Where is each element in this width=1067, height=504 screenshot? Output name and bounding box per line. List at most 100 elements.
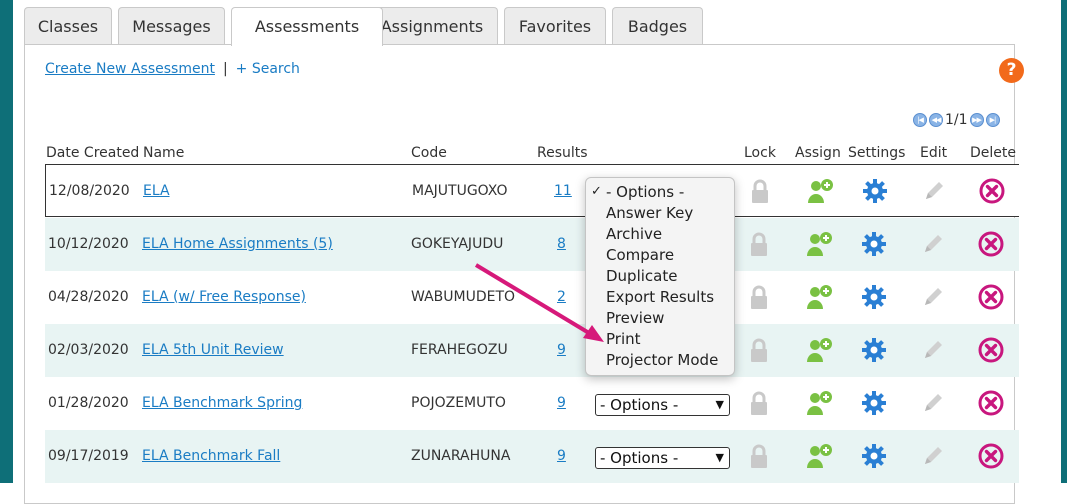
col-results: Results <box>537 145 588 161</box>
window-frame-right <box>1061 0 1067 483</box>
row-code: WABUMUDETO <box>411 289 516 305</box>
assign-user-icon[interactable] <box>806 230 834 258</box>
col-date: Date Created <box>46 145 140 161</box>
table-row: 04/28/2020 ELA (w/ Free Response) WABUMUDE… <box>45 271 1019 324</box>
page-indicator: 1/1 <box>945 112 968 128</box>
edit-pencil-icon[interactable] <box>919 442 947 470</box>
row-results-link[interactable]: 2 <box>557 271 566 324</box>
assign-user-icon[interactable] <box>807 177 835 205</box>
delete-icon[interactable] <box>977 442 1005 470</box>
chevron-down-icon: ▼ <box>715 451 724 464</box>
settings-gear-icon[interactable] <box>860 283 888 311</box>
row-date: 10/12/2020 <box>48 236 129 252</box>
settings-gear-icon[interactable] <box>861 177 889 205</box>
search-link[interactable]: + Search <box>236 61 300 77</box>
tab-classes[interactable]: Classes <box>24 7 112 44</box>
row-results-link[interactable]: 8 <box>557 218 566 271</box>
options-select[interactable]: - Options - ▼ <box>595 394 730 416</box>
lock-icon[interactable] <box>745 283 773 311</box>
settings-gear-icon[interactable] <box>860 389 888 417</box>
top-links: Create New Assessment | + Search <box>45 61 300 77</box>
col-code: Code <box>411 145 447 161</box>
dropdown-item-options[interactable]: - Options - <box>606 182 684 203</box>
lock-icon[interactable] <box>745 230 773 258</box>
row-results-link[interactable]: 9 <box>557 324 566 377</box>
row-name-link[interactable]: ELA 5th Unit Review <box>142 324 284 377</box>
settings-gear-icon[interactable] <box>860 442 888 470</box>
row-code: POJOZEMUTO <box>411 395 506 411</box>
table-row: 02/03/2020 ELA 5th Unit Review FERAHEGOZU 9 <box>45 324 1019 377</box>
tab-badges[interactable]: Badges <box>612 7 703 44</box>
delete-icon[interactable] <box>977 389 1005 417</box>
row-code: MAJUTUGOXO <box>412 183 508 199</box>
check-icon: ✓ <box>591 184 602 199</box>
dropdown-item-answer-key[interactable]: Answer Key <box>606 203 693 224</box>
edit-pencil-icon[interactable] <box>919 230 947 258</box>
row-date: 12/08/2020 <box>49 183 130 199</box>
table-row: 01/28/2020 ELA Benchmark Spring POJOZEMUTO… <box>45 377 1019 430</box>
col-edit: Edit <box>920 145 948 161</box>
dropdown-item-duplicate[interactable]: Duplicate <box>606 266 677 287</box>
assign-user-icon[interactable] <box>806 442 834 470</box>
col-name: Name <box>143 145 185 161</box>
tab-assignments[interactable]: Assignments <box>366 7 498 44</box>
row-name-link[interactable]: ELA (w/ Free Response) <box>142 271 306 324</box>
row-results-link[interactable]: 11 <box>554 165 572 218</box>
row-results-link[interactable]: 9 <box>557 377 566 430</box>
delete-icon[interactable] <box>978 177 1006 205</box>
lock-icon[interactable] <box>746 177 774 205</box>
options-dropdown-menu: ✓ - Options - Answer Key Archive Compare… <box>585 177 735 376</box>
assign-user-icon[interactable] <box>806 283 834 311</box>
dropdown-item-export-results[interactable]: Export Results <box>606 287 714 308</box>
next-page-icon[interactable]: ▶▶ <box>969 113 984 127</box>
settings-gear-icon[interactable] <box>860 230 888 258</box>
row-name-link[interactable]: ELA Benchmark Spring <box>142 377 302 430</box>
table-row: 10/12/2020 ELA Home Assignments (5) GOKEYA… <box>45 218 1019 271</box>
edit-pencil-icon[interactable] <box>919 336 947 364</box>
col-lock: Lock <box>744 145 776 161</box>
prev-page-icon[interactable]: ◀◀ <box>929 113 943 127</box>
options-select[interactable]: - Options - ▼ <box>595 447 730 469</box>
create-assessment-link[interactable]: Create New Assessment <box>45 61 215 77</box>
dropdown-item-projector-mode[interactable]: Projector Mode <box>606 350 718 371</box>
row-name-link[interactable]: ELA <box>143 165 170 218</box>
options-select-value: - Options - <box>600 449 679 467</box>
tab-messages[interactable]: Messages <box>118 7 225 44</box>
first-page-icon[interactable]: |◀ <box>913 113 927 127</box>
help-icon[interactable]: ? <box>999 58 1024 83</box>
tab-favorites[interactable]: Favorites <box>504 7 606 44</box>
row-code: FERAHEGOZU <box>411 342 508 358</box>
lock-icon[interactable] <box>745 336 773 364</box>
settings-gear-icon[interactable] <box>860 336 888 364</box>
dropdown-item-compare[interactable]: Compare <box>606 245 674 266</box>
table-row: 12/08/2020 ELA MAJUTUGOXO 11 <box>45 164 1019 217</box>
assign-user-icon[interactable] <box>806 389 834 417</box>
link-separator: | <box>222 61 228 77</box>
col-delete: Delete <box>970 145 1016 161</box>
delete-icon[interactable] <box>977 283 1005 311</box>
dropdown-item-preview[interactable]: Preview <box>606 308 664 329</box>
edit-pencil-icon[interactable] <box>920 177 948 205</box>
lock-icon[interactable] <box>745 442 773 470</box>
options-select-value: - Options - <box>600 396 679 414</box>
table-row: 09/17/2019 ELA Benchmark Fall ZUNARAHUNA 9 -… <box>45 430 1019 483</box>
row-date: 09/17/2019 <box>48 448 129 464</box>
lock-icon[interactable] <box>745 389 773 417</box>
row-name-link[interactable]: ELA Benchmark Fall <box>142 430 280 483</box>
row-name-link[interactable]: ELA Home Assignments (5) <box>142 218 333 271</box>
col-settings: Settings <box>848 145 906 161</box>
assign-user-icon[interactable] <box>806 336 834 364</box>
last-page-icon[interactable]: ▶| <box>985 113 1000 127</box>
dropdown-item-print[interactable]: Print <box>606 329 641 350</box>
pager: |◀ ◀◀ 1/1 ▶▶ ▶| <box>913 112 1000 128</box>
dropdown-item-archive[interactable]: Archive <box>606 224 662 245</box>
row-results-link[interactable]: 9 <box>557 430 566 483</box>
tab-assessments[interactable]: Assessments <box>231 7 383 46</box>
edit-pencil-icon[interactable] <box>919 283 947 311</box>
delete-icon[interactable] <box>977 230 1005 258</box>
delete-icon[interactable] <box>977 336 1005 364</box>
chevron-down-icon: ▼ <box>715 398 724 411</box>
edit-pencil-icon[interactable] <box>919 389 947 417</box>
row-code: GOKEYAJUDU <box>411 236 504 252</box>
col-assign: Assign <box>795 145 841 161</box>
